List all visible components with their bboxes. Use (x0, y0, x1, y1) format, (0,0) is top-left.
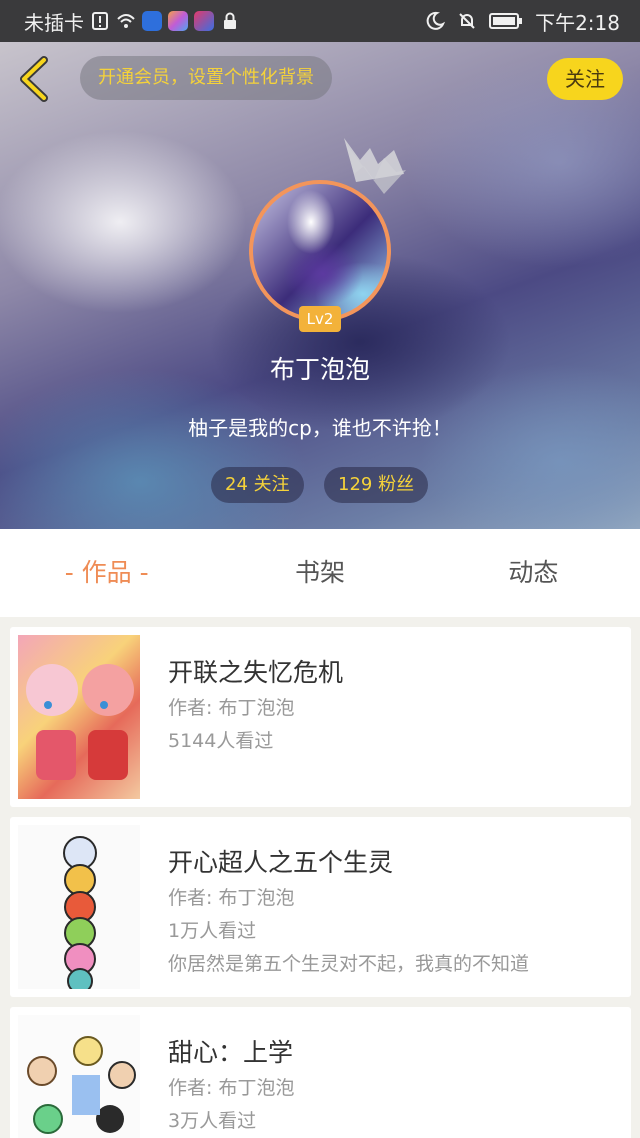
profile-header: 开通会员，设置个性化背景 关注 Lv2 布丁泡泡 柚子是我的cp，谁也不许抢！ … (0, 42, 640, 529)
list-item[interactable]: 开联之失忆危机 作者: 布丁泡泡 5144人看过 (10, 627, 631, 807)
fans-count[interactable]: 129 粉丝 (324, 467, 429, 503)
moon-icon (426, 11, 446, 30)
gallery-app-icon (168, 11, 188, 31)
work-title: 甜心：上学 (168, 1038, 294, 1067)
tab-works[interactable]: - 作品 - (0, 529, 213, 617)
clock: 下午2:18 (535, 10, 620, 35)
user-bio: 柚子是我的cp，谁也不许抢！ (188, 416, 452, 440)
vip-background-banner[interactable]: 开通会员，设置个性化背景 (80, 56, 332, 100)
work-views: 3万人看过 (168, 1110, 257, 1132)
work-author: 作者: 布丁泡泡 (168, 1077, 295, 1099)
level-badge: Lv2 (299, 306, 341, 332)
lock-icon (224, 12, 236, 29)
work-cover-image (18, 635, 140, 799)
list-item[interactable]: 甜心：上学 作者: 布丁泡泡 3万人看过 (10, 1007, 631, 1138)
work-title: 开联之失忆危机 (168, 658, 344, 687)
work-title: 开心超人之五个生灵 (168, 848, 394, 877)
username: 布丁泡泡 (269, 355, 370, 384)
battery-icon (489, 13, 523, 29)
following-count[interactable]: 24 关注 (211, 467, 304, 503)
profile-tabs: - 作品 - 书架 动态 (0, 529, 640, 617)
avatar[interactable] (249, 180, 391, 322)
back-icon[interactable] (14, 56, 54, 102)
list-item[interactable]: 开心超人之五个生灵 作者: 布丁泡泡 1万人看过 你居然是第五个生灵对不起，我真… (10, 817, 631, 997)
work-description: 你居然是第五个生灵对不起，我真的不知道 (168, 953, 530, 975)
follow-button[interactable]: 关注 (547, 58, 623, 100)
status-bar: 未插卡 下午2:18 (0, 0, 640, 42)
mute-bell-icon (459, 13, 475, 29)
work-cover-image (18, 1015, 140, 1138)
work-cover-image (18, 825, 140, 989)
sim-alert-icon (92, 12, 108, 30)
work-author: 作者: 布丁泡泡 (168, 697, 295, 719)
carrier-label: 未插卡 (24, 10, 84, 35)
work-views: 5144人看过 (168, 730, 274, 752)
video-app-icon (194, 11, 214, 31)
tab-bookshelf[interactable]: 书架 (213, 529, 426, 617)
baidu-app-icon (142, 11, 162, 31)
wifi-icon (117, 14, 135, 28)
work-views: 1万人看过 (168, 920, 257, 942)
work-author: 作者: 布丁泡泡 (168, 887, 295, 909)
tab-activity[interactable]: 动态 (427, 529, 640, 617)
